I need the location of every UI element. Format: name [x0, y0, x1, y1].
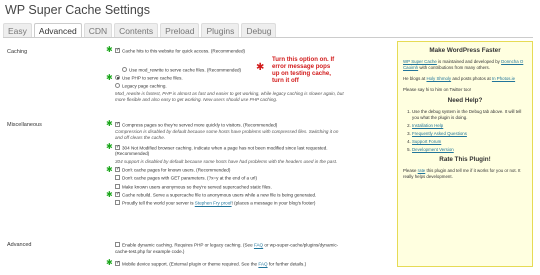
- checkbox[interactable]: [115, 144, 120, 150]
- option-label: Enable dynamic caching. Requires PHP or …: [122, 242, 253, 248]
- sidebar-title-help: Need Help?: [447, 97, 483, 104]
- checkbox[interactable]: [115, 184, 120, 189]
- sidebar-text: is maintained and developed by: [438, 59, 500, 64]
- option-label: Legacy page caching.: [122, 83, 167, 89]
- tab-bar: Easy Advanced CDN Contents Preload Plugi…: [3, 23, 278, 38]
- mod-rewrite-note-2: more flexible and also easy to get worki…: [115, 97, 278, 102]
- rate-link[interactable]: rate: [418, 168, 426, 173]
- recommended-text: (Recommended): [115, 151, 150, 156]
- option-label: or wp-super-cache/plugins/dynamic-: [264, 242, 339, 248]
- section-label-caching: Caching: [7, 49, 28, 55]
- annotation-note: Turn this option on. If error message po…: [272, 56, 335, 84]
- radio-button[interactable]: [122, 67, 127, 72]
- checkbox[interactable]: [115, 200, 120, 205]
- sidebar-title-faster: Make WordPress Faster: [429, 47, 501, 54]
- option-no-cache-known[interactable]: Don't cache pages for known users. (Reco…: [115, 166, 231, 174]
- option-label: Cache hits to this website for quick acc…: [122, 48, 246, 54]
- option-label: Cache rebuild. Serve a supercache file t…: [122, 192, 317, 198]
- option-label: Make known users anonymous so they're se…: [122, 184, 272, 190]
- option-label: Use mod_rewrite to serve cache files. (R…: [129, 67, 242, 73]
- option-label: ! (places a message in your blog's foote…: [231, 200, 316, 206]
- red-star-icon: ✱: [256, 62, 265, 73]
- checkbox[interactable]: [115, 191, 120, 197]
- star-icon: ✱: [106, 165, 113, 174]
- option-label: Use PHP to serve cache files.: [122, 75, 183, 81]
- section-label-misc: Miscellaneous: [7, 122, 42, 128]
- star-icon: ✱: [106, 190, 113, 199]
- dynamic-note: cache-test.php for example code.): [115, 249, 185, 254]
- development-version-link[interactable]: Development Version: [412, 147, 454, 152]
- option-label: for further details.): [268, 261, 307, 267]
- option-compress[interactable]: Compress pages so they're served more qu…: [115, 121, 278, 129]
- sidebar-text: He blogs at: [403, 76, 426, 81]
- sidebar-twitter: Please say hi to him on Twitter too!: [403, 87, 472, 92]
- stephen-fry-link[interactable]: Stephen Fry proof: [195, 201, 232, 206]
- option-label: Don't cache pages for known users. (Reco…: [122, 167, 231, 173]
- wp-super-cache-link[interactable]: WP Super Cache: [403, 59, 437, 64]
- sidebar-blog: He blogs at Holy Shmoly and posts photos…: [403, 76, 527, 82]
- help-item: Installation Help: [412, 123, 527, 129]
- tab-divider: [3, 37, 533, 38]
- help-item: Use the debug system in the Debug tab ab…: [412, 109, 527, 121]
- help-item: Development Version: [412, 147, 527, 153]
- checkbox[interactable]: [115, 260, 120, 266]
- tab-cdn[interactable]: CDN: [83, 23, 113, 38]
- radio-button[interactable]: [115, 83, 120, 88]
- radio-button[interactable]: [115, 75, 120, 80]
- sidebar-text: and posts photos at: [452, 76, 491, 81]
- tab-contents[interactable]: Contents: [114, 23, 159, 38]
- tab-debug[interactable]: Debug: [241, 23, 277, 38]
- option-label: Don't cache pages with GET parameters. (…: [122, 175, 257, 181]
- help-item: Frequently Asked Questions: [412, 131, 527, 137]
- tab-preload[interactable]: Preload: [160, 23, 200, 38]
- star-icon: ✱: [106, 258, 113, 267]
- sidebar-text: Please: [403, 168, 417, 173]
- checkbox[interactable]: [115, 166, 120, 172]
- sidebar-panel: Make WordPress Faster WP Super Cache is …: [397, 41, 533, 267]
- faq-link[interactable]: Frequently Asked Questions: [412, 131, 467, 136]
- help-list: Use the debug system in the Debug tab ab…: [412, 109, 527, 153]
- option-legacy[interactable]: Legacy page caching.: [115, 83, 167, 90]
- option-label: Proudly tell the world your server is: [122, 200, 194, 206]
- option-use-mod-rewrite[interactable]: Use mod_rewrite to serve cache files. (R…: [122, 67, 241, 74]
- option-use-php[interactable]: Use PHP to serve cache files.: [115, 75, 183, 82]
- checkbox[interactable]: [115, 175, 120, 180]
- sidebar-maintainer: WP Super Cache is maintained and develop…: [403, 59, 527, 71]
- checkbox[interactable]: [115, 47, 120, 53]
- star-icon: ✱: [106, 119, 113, 128]
- option-proudly[interactable]: Proudly tell the world your server is St…: [115, 200, 315, 207]
- section-label-advanced: Advanced: [7, 242, 32, 248]
- star-icon: ✱: [106, 142, 113, 151]
- option-make-anon[interactable]: Make known users anonymous so they're se…: [115, 184, 272, 191]
- checkbox[interactable]: [115, 242, 120, 247]
- not-modified-note: 304 support is disabled by default becau…: [115, 159, 338, 164]
- tab-plugins[interactable]: Plugins: [201, 23, 240, 38]
- option-label: Compress pages so they're served more qu…: [122, 122, 278, 128]
- help-item: Support Forum: [412, 139, 527, 145]
- tab-easy[interactable]: Easy: [3, 23, 32, 38]
- option-label: 304 Not Modified browser caching. Indica…: [122, 145, 328, 151]
- in-photos-link[interactable]: In Photos.ie: [492, 76, 515, 81]
- option-dynamic[interactable]: Enable dynamic caching. Requires PHP or …: [115, 242, 338, 249]
- support-forum-link[interactable]: Support Forum: [412, 139, 441, 144]
- compress-note-2: and off clears the cache.: [115, 135, 166, 140]
- holy-shmoly-link[interactable]: Holy Shmoly: [426, 76, 451, 81]
- option-cache-rebuild[interactable]: Cache rebuild. Serve a supercache file t…: [115, 191, 317, 199]
- star-icon: ✱: [106, 45, 113, 54]
- tab-advanced[interactable]: Advanced: [33, 23, 82, 38]
- option-cache-hits[interactable]: Cache hits to this website for quick acc…: [115, 47, 246, 55]
- faq-link[interactable]: FAQ: [258, 262, 267, 267]
- page-title: WP Super Cache Settings: [5, 3, 150, 17]
- sidebar-text: with contributions from many others.: [419, 65, 490, 70]
- installation-help-link[interactable]: Installation Help: [412, 123, 443, 128]
- star-icon: ✱: [106, 73, 113, 82]
- faq-link[interactable]: FAQ: [254, 243, 263, 248]
- option-label: Mobile device support. (External plugin …: [122, 261, 258, 267]
- option-mobile[interactable]: Mobile device support. (External plugin …: [115, 260, 307, 268]
- sidebar-rate: Please rate this plugin and tell me if i…: [403, 168, 527, 180]
- sidebar-title-rate: Rate This Plugin!: [439, 156, 491, 163]
- checkbox[interactable]: [115, 121, 120, 127]
- option-no-cache-get[interactable]: Don't cache pages with GET parameters. (…: [115, 175, 257, 182]
